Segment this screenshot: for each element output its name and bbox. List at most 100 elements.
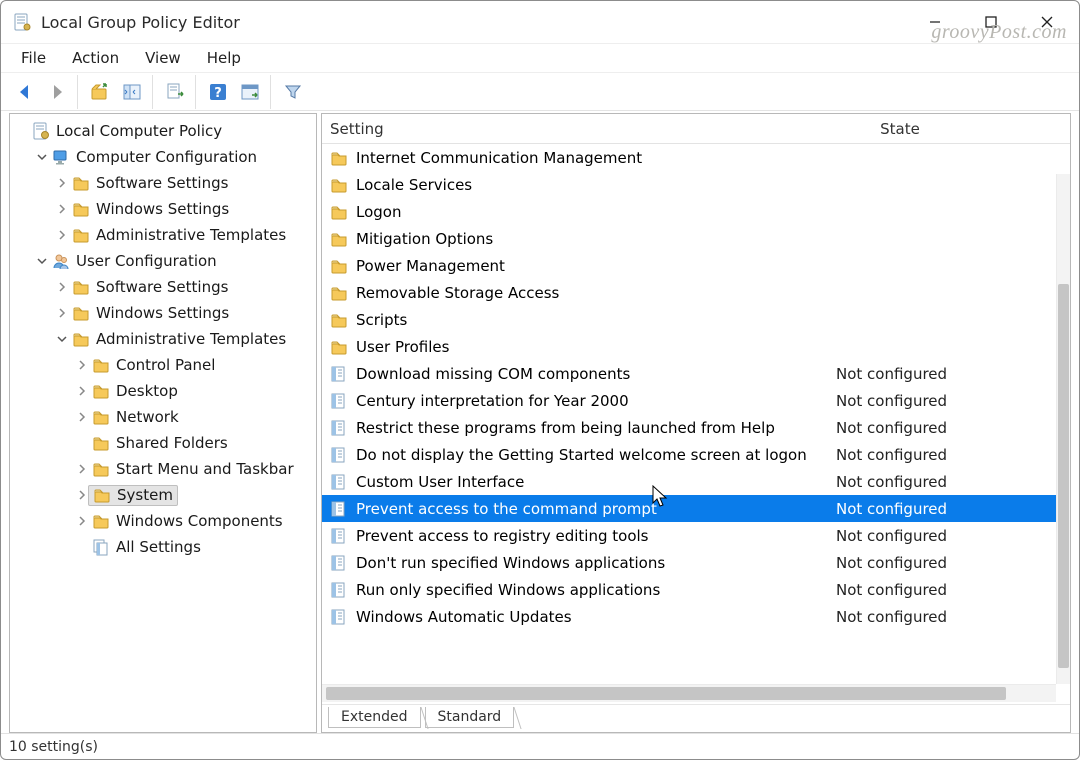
export-list-button[interactable] xyxy=(161,78,189,106)
filter-button[interactable] xyxy=(279,78,307,106)
list-folder[interactable]: Locale Services xyxy=(322,171,1056,198)
tree-windows-components[interactable]: Windows Components xyxy=(10,508,316,534)
expand-icon[interactable] xyxy=(74,409,90,425)
collapse-icon[interactable] xyxy=(34,149,50,165)
tree-user-configuration-label: User Configuration xyxy=(76,252,217,270)
expand-icon[interactable] xyxy=(54,175,70,191)
tree-software-settings-u-icon xyxy=(72,278,90,296)
expand-icon[interactable] xyxy=(74,383,90,399)
show-hide-tree-button[interactable] xyxy=(118,78,146,106)
list-folder[interactable]: Power Management xyxy=(322,252,1056,279)
tree-desktop-icon xyxy=(92,382,110,400)
setting-icon xyxy=(330,554,348,572)
expand-icon[interactable] xyxy=(54,305,70,321)
expand-icon[interactable] xyxy=(54,279,70,295)
list-folder[interactable]: Scripts xyxy=(322,306,1056,333)
horizontal-scrollbar-thumb[interactable] xyxy=(326,687,1006,700)
folder-icon xyxy=(330,149,348,167)
back-button[interactable] xyxy=(11,78,39,106)
forward-button[interactable] xyxy=(43,78,71,106)
tree-windows-settings-u[interactable]: Windows Settings xyxy=(10,300,316,326)
tree-shared-folders[interactable]: Shared Folders xyxy=(10,430,316,456)
tab-extended[interactable]: Extended xyxy=(328,707,421,728)
column-header-setting[interactable]: Setting xyxy=(322,120,830,138)
help-button[interactable]: ? xyxy=(204,78,232,106)
tree-admin-templates-u[interactable]: Administrative Templates xyxy=(10,326,316,352)
tree-computer-configuration[interactable]: Computer Configuration xyxy=(10,144,316,170)
list-body: Internet Communication ManagementLocale … xyxy=(322,144,1070,732)
collapse-icon[interactable] xyxy=(54,331,70,347)
list-folder-label: Logon xyxy=(356,203,1056,221)
list-folder[interactable]: User Profiles xyxy=(322,333,1056,360)
tree-network[interactable]: Network xyxy=(10,404,316,430)
tree-all-settings-icon xyxy=(92,538,110,556)
expand-icon[interactable] xyxy=(54,227,70,243)
list-setting[interactable]: Don't run specified Windows applications… xyxy=(322,549,1056,576)
list-setting[interactable]: Century interpretation for Year 2000Not … xyxy=(322,387,1056,414)
list-setting-label: Century interpretation for Year 2000 xyxy=(356,392,836,410)
tree-computer-configuration-label: Computer Configuration xyxy=(76,148,257,166)
list-folder-label: User Profiles xyxy=(356,338,1056,356)
tree-spacer[interactable] xyxy=(74,539,90,555)
tree-admin-templates-u-label: Administrative Templates xyxy=(96,330,286,348)
list-folder[interactable]: Logon xyxy=(322,198,1056,225)
properties-button[interactable] xyxy=(236,78,264,106)
tree-software-settings-u-label: Software Settings xyxy=(96,278,228,296)
tree-windows-settings-c[interactable]: Windows Settings xyxy=(10,196,316,222)
tab-standard[interactable]: Standard xyxy=(425,707,515,728)
list-setting[interactable]: Windows Automatic UpdatesNot configured xyxy=(322,603,1056,630)
menu-view[interactable]: View xyxy=(133,45,193,71)
list-folder[interactable]: Internet Communication Management xyxy=(322,144,1056,171)
tree-spacer[interactable] xyxy=(74,435,90,451)
list-setting[interactable]: Run only specified Windows applicationsN… xyxy=(322,576,1056,603)
vertical-scrollbar-thumb[interactable] xyxy=(1058,284,1069,668)
folder-icon xyxy=(330,257,348,275)
tree-all-settings[interactable]: All Settings xyxy=(10,534,316,560)
tree-admin-templates-c[interactable]: Administrative Templates xyxy=(10,222,316,248)
tree-start-menu-taskbar[interactable]: Start Menu and Taskbar xyxy=(10,456,316,482)
tree-user-configuration[interactable]: User Configuration xyxy=(10,248,316,274)
tree-control-panel[interactable]: Control Panel xyxy=(10,352,316,378)
menu-help[interactable]: Help xyxy=(195,45,253,71)
up-one-level-button[interactable] xyxy=(86,78,114,106)
tree-network-icon xyxy=(92,408,110,426)
vertical-scrollbar[interactable] xyxy=(1056,174,1070,684)
tree-control-panel-label: Control Panel xyxy=(116,356,215,374)
list-setting[interactable]: Do not display the Getting Started welco… xyxy=(322,441,1056,468)
expand-icon[interactable] xyxy=(74,513,90,529)
titlebar: Local Group Policy Editor xyxy=(1,1,1079,43)
collapse-icon[interactable] xyxy=(34,253,50,269)
tree-system[interactable]: System xyxy=(10,482,316,508)
horizontal-scrollbar[interactable] xyxy=(322,684,1056,702)
column-header-state[interactable]: State xyxy=(830,120,970,138)
list-setting-label: Download missing COM components xyxy=(356,365,836,383)
tree-software-settings-u[interactable]: Software Settings xyxy=(10,274,316,300)
list-setting[interactable]: Custom User InterfaceNot configured xyxy=(322,468,1056,495)
list-folder[interactable]: Removable Storage Access xyxy=(322,279,1056,306)
tree-root-label: Local Computer Policy xyxy=(56,122,222,140)
folder-icon xyxy=(330,311,348,329)
menu-action[interactable]: Action xyxy=(60,45,131,71)
tree-windows-settings-u-label: Windows Settings xyxy=(96,304,229,322)
tree-software-settings-c[interactable]: Software Settings xyxy=(10,170,316,196)
list-setting[interactable]: Restrict these programs from being launc… xyxy=(322,414,1056,441)
list-setting[interactable]: Prevent access to registry editing tools… xyxy=(322,522,1056,549)
tree-spacer[interactable] xyxy=(14,123,30,139)
watermark-text: groovyPost.com xyxy=(931,21,1067,44)
list-setting-state: Not configured xyxy=(836,446,1016,464)
menu-file[interactable]: File xyxy=(9,45,58,71)
expand-icon[interactable] xyxy=(74,357,90,373)
tree-desktop[interactable]: Desktop xyxy=(10,378,316,404)
setting-icon xyxy=(330,392,348,410)
expand-icon[interactable] xyxy=(74,461,90,477)
list-folder-label: Scripts xyxy=(356,311,1056,329)
app-icon xyxy=(13,13,31,31)
list-setting-label: Windows Automatic Updates xyxy=(356,608,836,626)
expand-icon[interactable] xyxy=(54,201,70,217)
policy-tree[interactable]: Local Computer Policy Computer Configurat… xyxy=(10,114,316,564)
list-setting[interactable]: Prevent access to the command promptNot … xyxy=(322,495,1056,522)
list-setting[interactable]: Download missing COM componentsNot confi… xyxy=(322,360,1056,387)
tree-root[interactable]: Local Computer Policy xyxy=(10,118,316,144)
list-folder[interactable]: Mitigation Options xyxy=(322,225,1056,252)
setting-icon xyxy=(330,500,348,518)
